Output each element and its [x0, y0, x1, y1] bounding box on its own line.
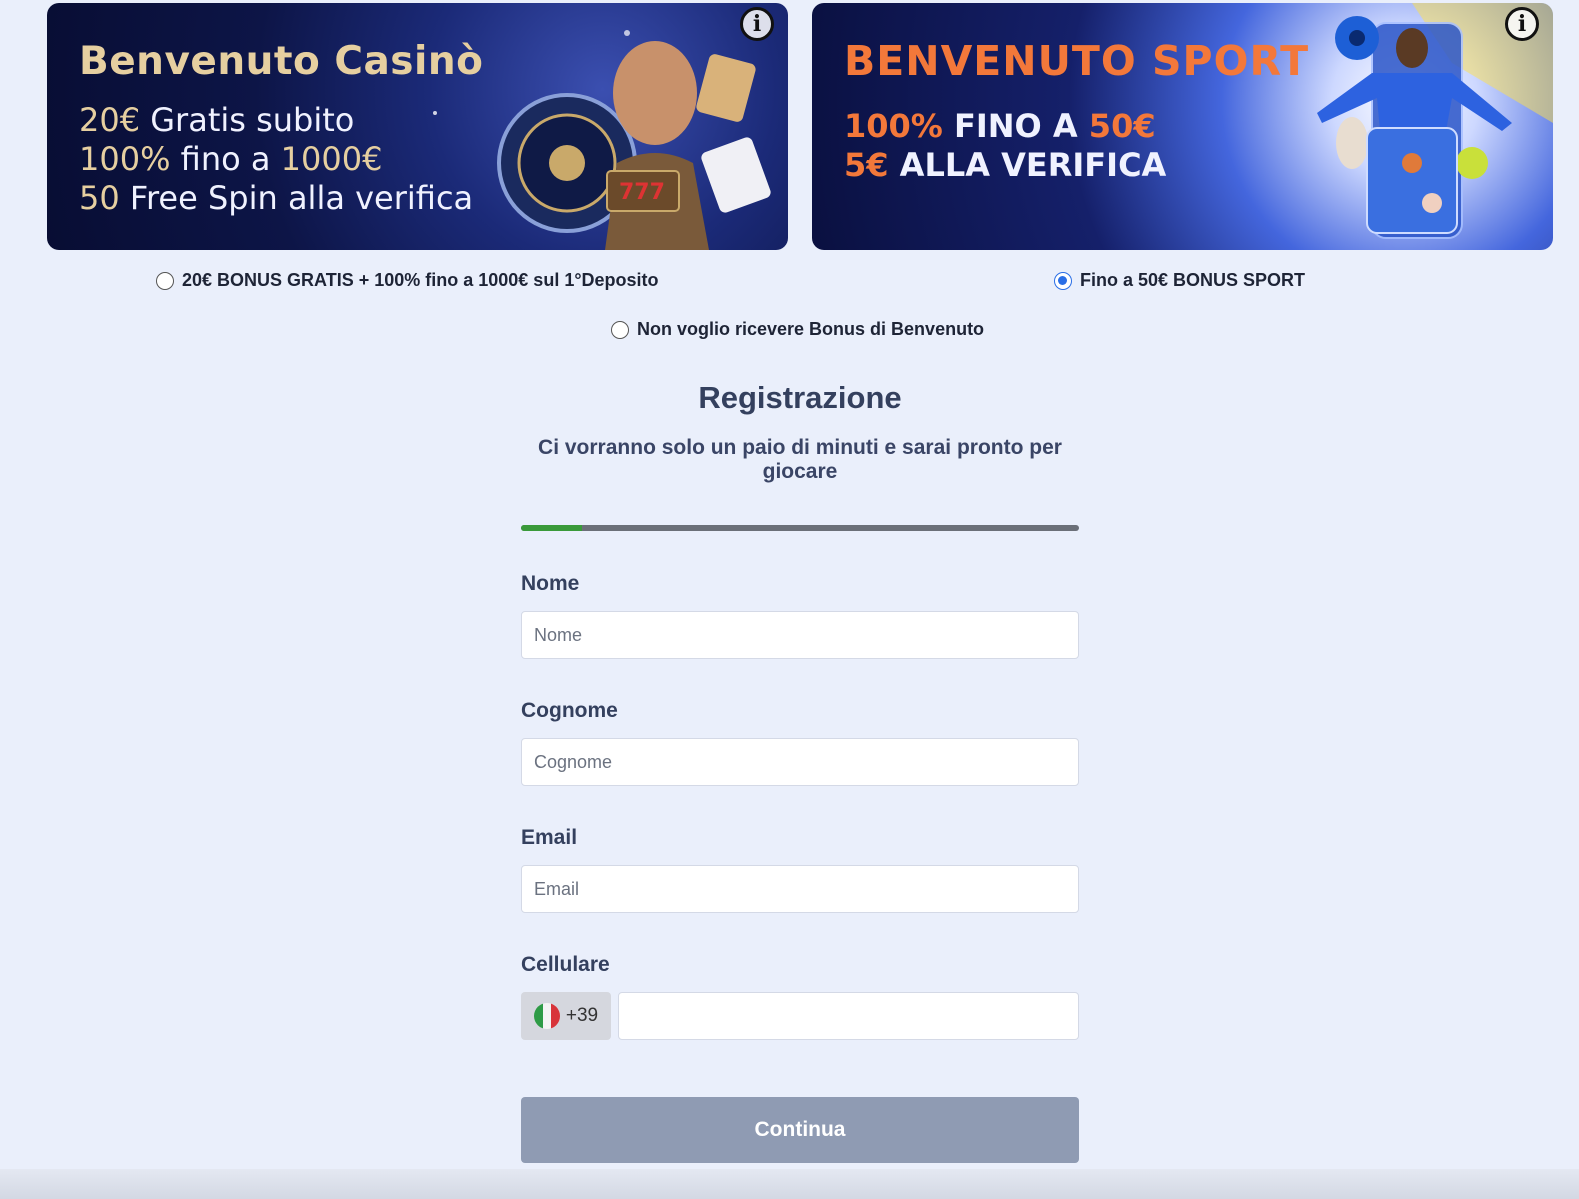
bonus-option-label: Fino a 50€ BONUS SPORT [1080, 270, 1306, 290]
form-title: Registrazione [698, 380, 902, 415]
info-icon[interactable]: i [740, 7, 774, 41]
cognome-label: Cognome [521, 699, 618, 722]
phone-prefix-text: +39 [565, 1005, 599, 1026]
casino-offer-spins: 50 [79, 179, 120, 217]
svg-text:777: 777 [619, 180, 665, 205]
email-label: Email [521, 826, 578, 849]
bonus-option-sport[interactable]: Fino a 50€ BONUS SPORT [1054, 270, 1305, 291]
bonus-option-label: 20€ BONUS GRATIS + 100% fino a 1000€ sul… [182, 270, 659, 290]
casino-banner-offer: 20€ Gratis subito 100% fino a 1000€ 50 F… [79, 101, 473, 218]
phone-country-prefix[interactable]: +39 [521, 992, 611, 1040]
bonus-radio-sport[interactable] [1054, 271, 1072, 290]
sport-offer-text: ALLA VERIFICA [888, 146, 1167, 184]
sport-offer-max: 50€ [1088, 107, 1156, 145]
info-icon[interactable]: i [1505, 7, 1539, 41]
casino-welcome-banner[interactable]: 777 Benvenuto Casinò 20€ Gratis subito 1… [47, 3, 788, 250]
casino-offer-percent: 100% [79, 140, 171, 178]
sport-banner-offer: 100% FINO A 50€ 5€ ALLA VERIFICA [844, 107, 1166, 185]
registration-progress-bar [521, 525, 1079, 531]
sport-welcome-banner[interactable]: BENVENUTO SPORT 100% FINO A 50€ 5€ ALLA … [812, 3, 1553, 250]
continue-button[interactable]: Continua [521, 1097, 1079, 1163]
casino-offer-text: fino a [170, 140, 281, 178]
italy-flag-icon [533, 1003, 560, 1029]
sport-offer-text: FINO A [942, 107, 1089, 145]
cellulare-label: Cellulare [521, 953, 610, 976]
casino-offer-text: Gratis subito [140, 101, 355, 139]
bonus-option-casino[interactable]: 20€ BONUS GRATIS + 100% fino a 1000€ sul… [156, 270, 659, 291]
sport-offer-percent: 100% [844, 107, 943, 145]
progress-fill [521, 525, 583, 531]
cognome-input[interactable] [521, 738, 1079, 786]
bonus-option-none[interactable]: Non voglio ricevere Bonus di Benvenuto [611, 319, 984, 340]
bonus-radio-casino[interactable] [156, 271, 174, 290]
sport-banner-title: BENVENUTO SPORT [844, 37, 1310, 85]
nome-label: Nome [521, 572, 580, 595]
registration-page: 777 Benvenuto Casinò 20€ Gratis subito 1… [0, 0, 1579, 1199]
casino-offer-max: 1000€ [280, 140, 383, 178]
casino-offer-amount: 20€ [79, 101, 141, 139]
bonus-option-label: Non voglio ricevere Bonus di Benvenuto [637, 319, 985, 339]
sport-offer-verify-amount: 5€ [844, 146, 889, 184]
casino-banner-title: Benvenuto Casinò [79, 39, 484, 84]
bonus-radio-none[interactable] [611, 320, 629, 339]
nome-input[interactable] [521, 611, 1079, 659]
form-subtitle: Ci vorranno solo un paio di minuti e sar… [538, 436, 1062, 483]
casino-offer-text: Free Spin alla verifica [119, 179, 474, 217]
bottom-bar [0, 1169, 1579, 1199]
phone-input[interactable] [618, 992, 1079, 1040]
email-input[interactable] [521, 865, 1079, 913]
